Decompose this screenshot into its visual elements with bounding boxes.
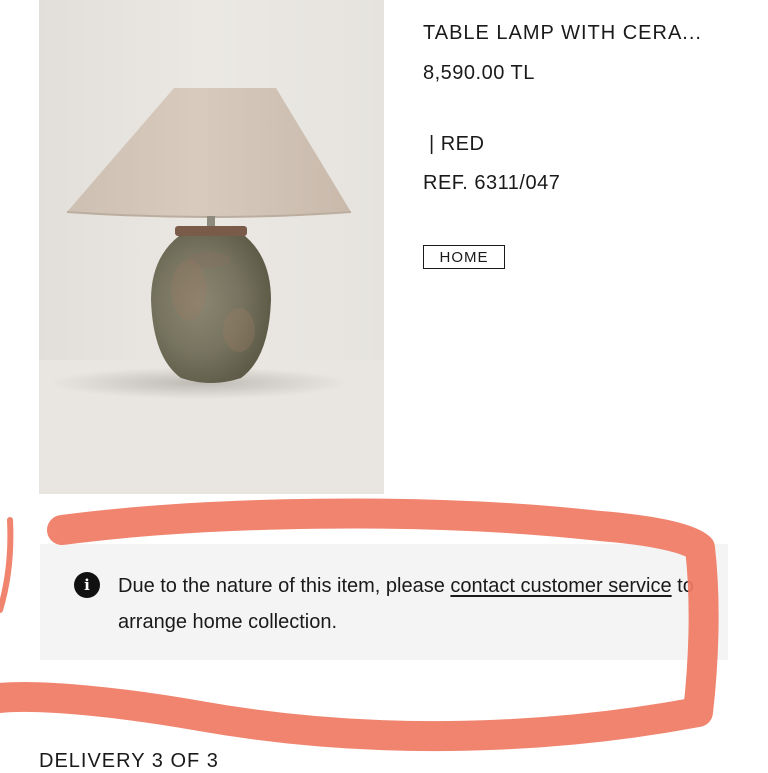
product-title: TABLE LAMP WITH CERA... — [423, 22, 702, 44]
color-separator: | — [429, 133, 435, 155]
notice-text: Due to the nature of this item, please c… — [118, 568, 698, 640]
collection-notice: i Due to the nature of this item, please… — [40, 544, 728, 660]
contact-customer-service-link[interactable]: contact customer service — [450, 575, 671, 597]
product-color: | RED — [423, 133, 484, 156]
product-price: 8,590.00 TL — [423, 62, 535, 84]
category-tag[interactable]: HOME — [423, 245, 505, 269]
color-value: RED — [440, 133, 485, 155]
notice-text-before: Due to the nature of this item, please — [118, 575, 451, 597]
product-reference: REF. 6311/047 — [423, 172, 561, 194]
info-icon: i — [74, 572, 100, 598]
product-image[interactable] — [39, 0, 384, 494]
delivery-step-label: DELIVERY 3 OF 3 — [39, 750, 219, 772]
lamp-illustration — [39, 0, 384, 494]
